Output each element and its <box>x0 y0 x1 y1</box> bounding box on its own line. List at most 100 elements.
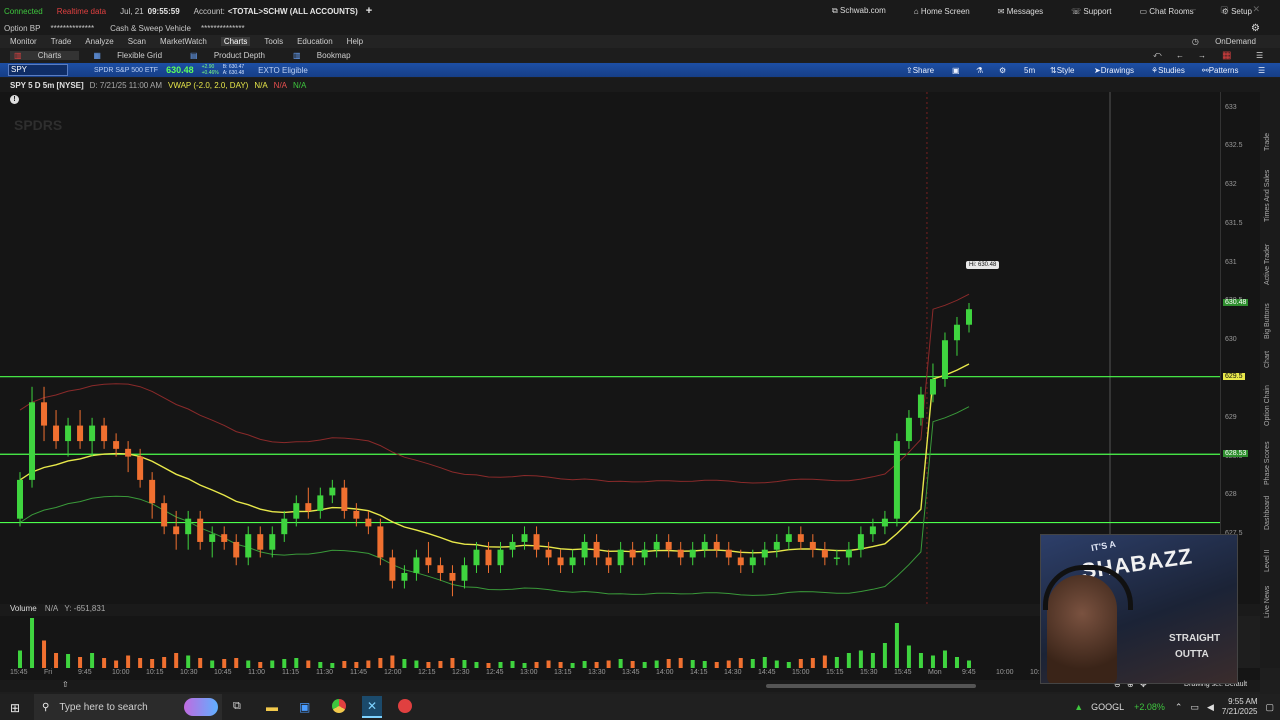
volume-bar <box>270 660 275 668</box>
sidebar-tab[interactable]: Times And Sales <box>1264 170 1271 222</box>
price-axis[interactable]: 633632.5632631.5631630.5630629.5629628.5… <box>1220 92 1261 604</box>
back-arrow-icon[interactable]: ← <box>1176 51 1184 60</box>
menu-education[interactable]: Education <box>297 37 333 46</box>
task-view-icon[interactable]: ⧉ <box>233 700 241 713</box>
style-menu[interactable]: ⇅ Style <box>1050 63 1075 77</box>
volume-bar <box>870 653 875 668</box>
windows-start-icon[interactable]: ⊞ <box>10 701 20 715</box>
stock-widget[interactable]: ▲ GOOGL +2.08% <box>1074 702 1165 712</box>
scrollbar[interactable] <box>766 684 976 688</box>
menu-scan[interactable]: Scan <box>128 37 146 46</box>
sidebar-tab[interactable]: Trade <box>1264 133 1271 151</box>
add-icon[interactable]: + <box>366 5 372 17</box>
tab-flexible-grid[interactable]: ▦ Flexible Grid <box>93 51 176 60</box>
timeframe-selector[interactable]: 5m <box>1024 63 1035 77</box>
sidebar-tab[interactable]: Active Trader <box>1264 243 1271 284</box>
store-icon[interactable]: ▣ <box>299 700 310 714</box>
forward-arrow-icon[interactable]: → <box>1198 51 1206 60</box>
messages-button[interactable]: ✉ Messages <box>984 7 1043 16</box>
maximize-icon[interactable]: ▢ <box>1220 4 1229 15</box>
vwap-lower-value: N/A <box>293 80 307 90</box>
undo-icon[interactable]: ⤺ <box>1153 50 1162 60</box>
sidebar-tab[interactable]: Phase Scores <box>1264 441 1271 485</box>
tab-charts[interactable]: ▥ Charts <box>10 50 80 60</box>
speaker-icon[interactable]: ◀ <box>1207 702 1214 713</box>
candle-body <box>701 541 708 550</box>
chevron-up-icon[interactable]: ⌃ <box>1175 702 1183 713</box>
volume-bar <box>234 658 239 668</box>
volume-bar <box>666 659 671 668</box>
notification-icon[interactable]: ▢ <box>1265 702 1274 713</box>
chrome-icon[interactable] <box>332 699 346 713</box>
time-tick: 11:30 <box>316 669 333 676</box>
menu-marketwatch[interactable]: MarketWatch <box>160 37 207 46</box>
menu-icon[interactable]: ☰ <box>1256 51 1263 60</box>
patterns-menu[interactable]: ⚯ Patterns <box>1202 63 1239 77</box>
minimize-icon[interactable]: – <box>1191 4 1196 15</box>
depth-icon: ▤ <box>190 50 200 60</box>
network-icon[interactable]: ▭ <box>1190 702 1199 713</box>
volume-bar <box>414 660 419 668</box>
gear-icon[interactable]: ⚙ <box>1251 23 1260 34</box>
symbol-input[interactable]: SPY <box>8 64 68 76</box>
tab-product-depth[interactable]: ▤ Product Depth <box>190 51 279 60</box>
info-icon[interactable]: ! <box>10 95 19 104</box>
thinkorswim-icon[interactable]: ✕ <box>362 696 382 718</box>
clock-display[interactable]: 9:55 AM 7/21/2025 <box>1222 697 1258 717</box>
vwap-study-label[interactable]: VWAP (-2.0, 2.0, DAY) <box>168 81 248 90</box>
flask-icon[interactable]: ⚗ <box>976 63 983 77</box>
account-selector[interactable]: <TOTAL>SCHW (ALL ACCOUNTS) <box>228 7 358 16</box>
menu-help[interactable]: Help <box>347 37 363 46</box>
sidebar-tab[interactable]: Dashboard <box>1264 496 1271 530</box>
menu-tools[interactable]: Tools <box>264 37 283 46</box>
sidebar-tab[interactable]: Level II <box>1264 549 1271 572</box>
settings-icon[interactable]: ⚙ <box>999 63 1006 77</box>
volume-bar <box>126 655 131 668</box>
price-chart[interactable]: SPDRS ! Hi: 630.48 <box>0 92 1220 604</box>
support-button[interactable]: ☏ Support <box>1057 7 1111 16</box>
sidebar-tab[interactable]: Chart <box>1264 351 1271 368</box>
menu-icon[interactable]: ☰ <box>1258 63 1265 77</box>
time-tick: 14:30 <box>724 669 742 676</box>
layout-icon[interactable]: ▦ <box>1222 50 1231 61</box>
schwab-link[interactable]: ⧉ Schwab.com <box>818 6 886 16</box>
volume-bar <box>606 660 611 668</box>
share-button[interactable]: ⇪ Share <box>906 63 934 77</box>
volume-chart[interactable] <box>0 616 1220 668</box>
candle-body <box>461 565 468 581</box>
price-chart-svg[interactable]: SPDRS <box>0 92 1220 604</box>
sidebar-tab[interactable]: Option Chain <box>1264 385 1271 426</box>
candle-body <box>581 541 588 558</box>
candle-body <box>437 565 444 573</box>
chat-rooms-button[interactable]: ▭ Chat Rooms <box>1125 7 1193 16</box>
menu-trade[interactable]: Trade <box>51 37 72 46</box>
file-explorer-icon[interactable]: ▬ <box>266 700 278 714</box>
studies-menu[interactable]: ⚘ Studies <box>1151 63 1185 77</box>
candle-body <box>737 557 744 566</box>
phone-icon: ☏ <box>1071 6 1084 16</box>
price-tick: 633 <box>1225 103 1237 111</box>
volume-bar <box>690 660 695 668</box>
pan-icon[interactable]: ⇧ <box>62 680 69 689</box>
candle-body <box>785 534 792 542</box>
recorder-icon[interactable] <box>398 699 412 713</box>
style-icon: ⇅ <box>1050 65 1057 75</box>
time-tick: 11:45 <box>350 669 367 676</box>
home-screen-link[interactable]: ⌂ Home Screen <box>900 7 970 16</box>
calendar-icon[interactable]: ▣ <box>952 63 960 77</box>
menu-charts[interactable]: Charts <box>220 37 251 46</box>
taskbar-search[interactable]: ⚲ Type here to search <box>34 694 222 720</box>
volume-bar <box>966 660 971 668</box>
ondemand-button[interactable]: ◷ OnDemand <box>1192 37 1270 46</box>
candle-body <box>341 487 348 511</box>
menu-monitor[interactable]: Monitor <box>10 37 37 46</box>
close-icon[interactable]: ✕ <box>1252 4 1260 15</box>
menu-analyze[interactable]: Analyze <box>85 37 113 46</box>
volume-bar <box>942 650 947 668</box>
volume-bar <box>366 660 371 668</box>
sidebar-tab[interactable]: Live News <box>1264 586 1271 618</box>
tab-bookmap[interactable]: ▥ Bookmap <box>293 51 365 60</box>
sidebar-tab[interactable]: Big Buttons <box>1264 303 1271 339</box>
drawings-menu[interactable]: ➤ Drawings <box>1094 63 1134 77</box>
candle-body <box>533 534 540 550</box>
